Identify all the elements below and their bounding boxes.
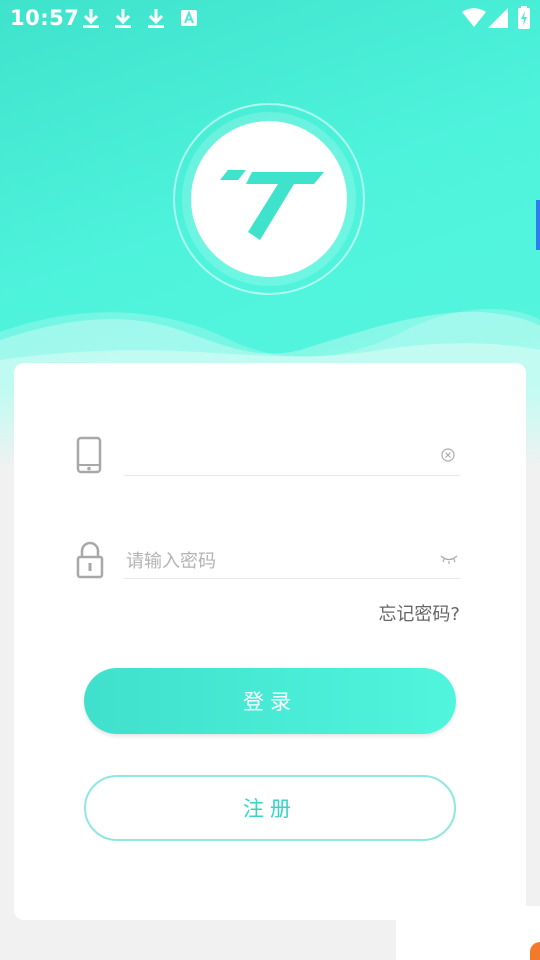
- nav-overlay: [396, 906, 540, 960]
- download-icon: [146, 7, 166, 33]
- password-field-row: [14, 536, 526, 596]
- wifi-icon: [462, 8, 486, 32]
- clear-icon[interactable]: [440, 447, 456, 467]
- phone-field-row: [14, 431, 526, 491]
- download-icon: [81, 7, 101, 33]
- phone-underline: [124, 475, 460, 476]
- eye-closed-icon[interactable]: [440, 550, 458, 569]
- download-icon: [113, 7, 133, 33]
- cell-signal-icon: [488, 8, 508, 32]
- login-button-label: 登录: [243, 690, 297, 714]
- battery-charging-icon: [517, 6, 531, 34]
- floating-bubble: [530, 942, 540, 960]
- status-time: 10:57: [10, 6, 80, 30]
- phone-input[interactable]: [124, 435, 464, 477]
- app-logo-t-icon: [218, 160, 328, 248]
- login-card: 忘记密码? 登录 注册: [14, 363, 526, 920]
- edge-handle: [536, 200, 540, 250]
- login-button[interactable]: 登录: [84, 668, 456, 734]
- phone-icon: [76, 436, 104, 480]
- password-input[interactable]: [124, 540, 464, 582]
- register-button-label: 注册: [243, 797, 297, 821]
- status-bar: 10:57: [0, 0, 540, 36]
- forgot-password-link[interactable]: 忘记密码?: [378, 600, 460, 626]
- lock-icon: [76, 541, 104, 583]
- register-button[interactable]: 注册: [84, 775, 456, 841]
- password-underline: [124, 578, 460, 579]
- keyboard-a-icon: [180, 9, 198, 31]
